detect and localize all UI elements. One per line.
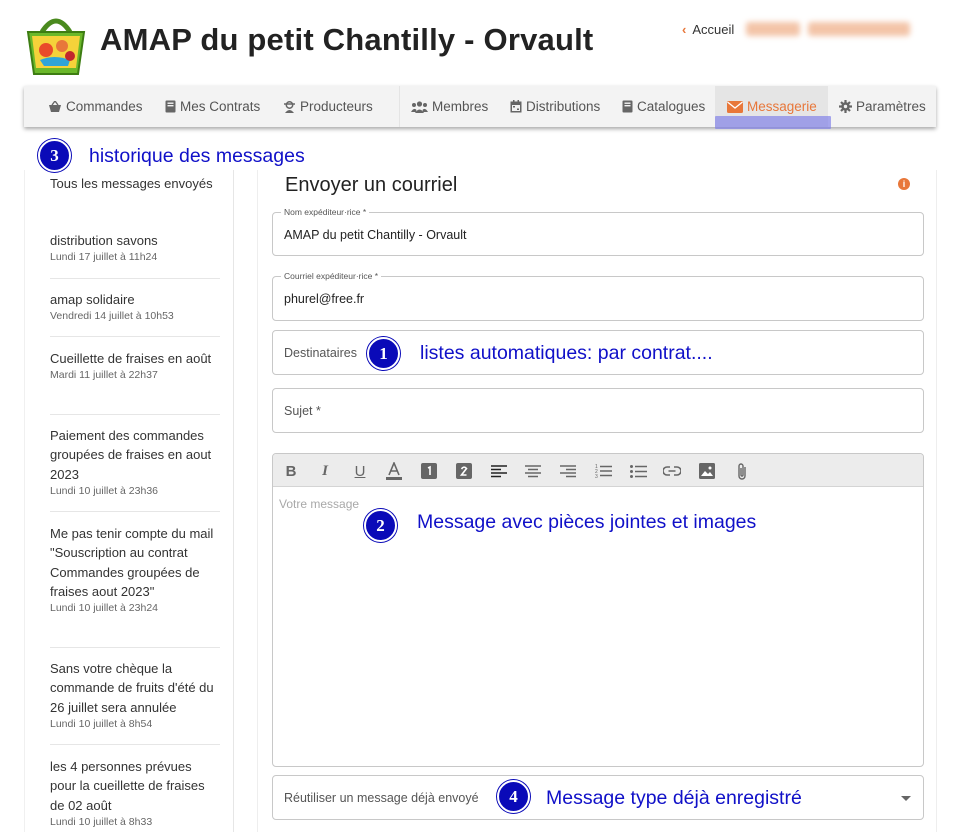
sidebar-header[interactable]: Tous les messages envoyés [50,174,220,193]
nav-separator [399,86,400,127]
home-link[interactable]: Accueil [692,22,734,37]
bold-icon[interactable]: B [281,461,301,481]
sender-name-value: AMAP du petit Chantilly - Orvault [284,228,467,242]
message-placeholder: Votre message [279,497,360,511]
nav-commandes[interactable]: Commandes [48,86,143,127]
nav-label: Commandes [66,99,143,114]
nav-label: Messagerie [747,99,817,114]
message-date: Lundi 10 juillet à 8h33 [50,815,153,828]
nav-catalogues[interactable]: Catalogues [622,86,705,127]
sidebar-message-item[interactable]: Paiement des commandes groupées de frais… [50,426,220,512]
nav-parametres[interactable]: Paramètres [839,86,926,127]
annotation-badge-1: 1 [367,337,400,370]
nav-distributions[interactable]: Distributions [510,86,600,127]
attachment-icon[interactable] [732,461,752,481]
users-icon [411,100,428,113]
caret-down-icon [901,796,911,801]
image-icon[interactable] [697,461,717,481]
annotation-badge-2: 2 [364,509,397,542]
message-title: Cueillette de fraises en août [50,351,212,366]
message-date: Lundi 10 juillet à 8h54 [50,717,153,730]
editor-toolbar: B I U 123 [273,454,923,487]
svg-text:3: 3 [595,474,598,478]
annotation-text-1: listes automatiques: par contrat.... [420,342,713,364]
message-title: Paiement des commandes groupées de frais… [50,428,212,482]
align-left-icon[interactable] [489,461,509,481]
nav-producteurs[interactable]: Producteurs [283,86,373,127]
nav-label: Membres [432,99,489,114]
sender-email-field[interactable]: Courriel expéditeur·rice * phurel@free.f… [272,271,924,321]
message-title: les 4 personnes prévues pour la cueillet… [50,759,205,813]
message-date: Mardi 11 juillet à 22h37 [50,369,158,382]
message-title: Sans votre chèque la commande de fruits … [50,661,214,715]
sidebar-message-item[interactable]: amap solidaire Vendredi 14 juillet à 10h… [50,290,220,337]
message-date: Lundi 10 juillet à 23h24 [50,602,159,615]
align-right-icon[interactable] [558,461,578,481]
message-title: amap solidaire [50,292,135,307]
info-icon[interactable]: i [898,178,910,190]
subject-field[interactable]: Sujet * [272,388,924,433]
site-title: AMAP du petit Chantilly - Orvault [100,22,594,57]
sidebar-message-item[interactable]: Cueillette de fraises en août Mardi 11 j… [50,349,220,415]
book-icon [622,100,633,113]
amap-basket-logo[interactable] [24,10,88,78]
align-center-icon[interactable] [523,461,543,481]
chevron-left-icon: ‹ [682,21,687,37]
link-icon[interactable] [662,461,682,481]
farmer-icon [284,101,295,113]
message-date: Vendredi 14 juillet à 10h53 [50,310,174,323]
sidebar-message-item[interactable]: Me pas tenir compte du mail "Souscriptio… [50,524,220,648]
sender-email-value: phurel@free.fr [284,292,365,306]
book-icon [165,100,176,113]
message-editor[interactable]: B I U 123 Votre message [272,453,924,767]
sidebar-message-item[interactable]: distribution savons Lundi 17 juillet à 1… [50,231,220,279]
message-title: distribution savons [50,233,158,248]
envelope-icon [727,100,743,113]
message-date: Lundi 17 juillet à 11h24 [50,251,158,264]
admin-link-blurred[interactable] [746,22,801,36]
recipients-placeholder: Destinataires [284,346,357,360]
heading-1-icon[interactable] [419,461,439,481]
bullet-list-icon[interactable] [628,461,648,481]
message-title: Me pas tenir compte du mail "Souscriptio… [50,526,214,599]
message-history-sidebar: Tous les messages envoyés distribution s… [24,170,234,832]
sender-name-label: Nom expéditeur·rice * [281,207,370,217]
nav-label: Distributions [526,99,601,114]
basket-icon [49,100,61,112]
top-links: ‹ Accueil [682,19,911,39]
text-color-icon[interactable] [384,461,404,481]
user-menu-blurred[interactable] [746,22,911,36]
italic-icon[interactable]: I [315,461,335,481]
sender-name-field[interactable]: Nom expéditeur·rice * AMAP du petit Chan… [272,207,924,256]
ordered-list-icon[interactable]: 123 [593,461,613,481]
annotation-text-2: Message avec pièces jointes et images [417,511,757,533]
heading-2-icon[interactable] [454,461,474,481]
nav-label: Producteurs [300,99,373,114]
nav-mes-contrats[interactable]: Mes Contrats [165,86,260,127]
annotation-text-4: Message type déjà enregistré [546,787,802,809]
subject-placeholder: Sujet * [284,404,321,418]
nav-label: Catalogues [637,99,706,114]
nav-label: Paramètres [856,99,926,114]
sidebar-message-item[interactable]: les 4 personnes prévues pour la cueillet… [50,757,220,832]
reuse-message-placeholder: Réutiliser un message déjà envoyé [284,791,479,805]
nav-label: Mes Contrats [180,99,261,114]
active-tab-highlight [715,116,831,129]
sender-email-label: Courriel expéditeur·rice * [281,271,382,281]
header: AMAP du petit Chantilly - Orvault ‹ Accu… [0,0,953,85]
message-date: Lundi 10 juillet à 23h36 [50,484,159,497]
annotation-text-3: historique des messages [89,145,305,167]
underline-icon[interactable]: U [350,461,370,481]
nav-membres[interactable]: Membres [411,86,488,127]
gear-icon [839,100,852,113]
annotation-badge-3: 3 [38,139,71,172]
page-title: Envoyer un courriel [285,174,458,196]
annotation-badge-4: 4 [497,780,530,813]
sidebar-message-item[interactable]: Sans votre chèque la commande de fruits … [50,659,220,745]
calendar-icon [510,100,522,113]
user-name-blurred[interactable] [808,22,911,36]
